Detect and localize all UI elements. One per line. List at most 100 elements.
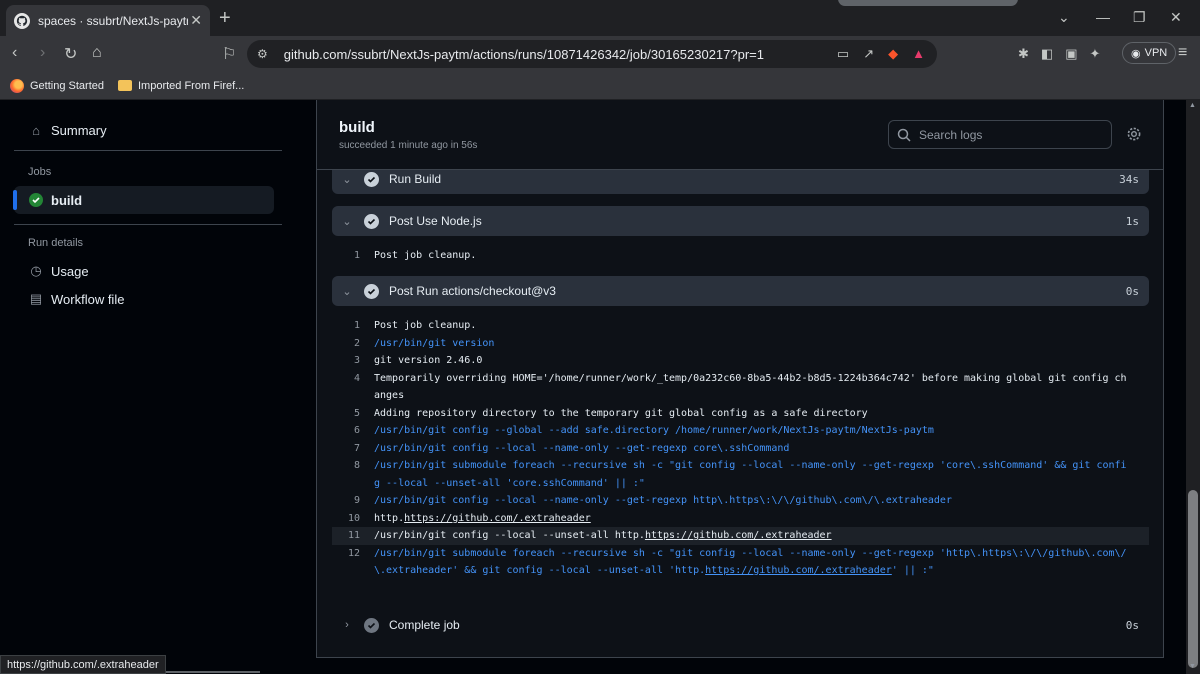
url-field[interactable]: ⚙ github.com/ssubrt/NextJs-paytm/actions… xyxy=(247,40,937,68)
bookmark-imported-folder[interactable]: Imported From Firef... xyxy=(118,80,244,92)
job-status-text: succeeded 1 minute ago in 56s xyxy=(339,140,478,151)
file-icon: ▤ xyxy=(29,291,43,306)
log-line[interactable]: 5 Adding repository directory to the temp… xyxy=(332,405,1149,423)
tab-search-chevron-icon[interactable]: ⌄ xyxy=(1058,9,1070,26)
log-line[interactable]: 6/usr/bin/git config --global --add safe… xyxy=(332,422,1149,440)
sidebar-item-usage[interactable]: ◷ Usage xyxy=(14,257,274,285)
sidebar-item-workflow-file[interactable]: ▤ Workflow file xyxy=(14,285,274,313)
share-icon[interactable]: ↗ xyxy=(863,46,874,62)
wallet-icon[interactable]: ▣ xyxy=(1065,46,1077,62)
step-complete-job[interactable]: › Complete job 0s xyxy=(332,610,1149,640)
log-line[interactable]: 2/usr/bin/git version xyxy=(332,335,1149,353)
log-line[interactable]: 3 git version 2.46.0 xyxy=(332,352,1149,370)
address-toolbar: ‹ › ↻ ⌂ ⚐ ⚙ github.com/ssubrt/NextJs-pay… xyxy=(0,36,1200,72)
url-text: github.com/ssubrt/NextJs-paytm/actions/r… xyxy=(283,46,764,62)
close-window-icon[interactable]: ✕ xyxy=(1170,9,1182,26)
folder-icon xyxy=(118,80,132,91)
line-number[interactable]: 10 xyxy=(332,510,374,528)
jobs-heading: Jobs xyxy=(28,166,52,178)
bookmark-icon[interactable]: ⚐ xyxy=(222,44,236,64)
browser-tab[interactable]: spaces · ssubrt/NextJs-paytm@ ✕ xyxy=(6,5,210,36)
link-hover-status: https://github.com/.extraheader xyxy=(0,655,166,674)
log-text: /usr/bin/git submodule foreach --recursi… xyxy=(374,545,1132,580)
run-sidebar: ⌂ Summary Jobs build Run details ◷ Usage… xyxy=(0,100,296,674)
line-number[interactable]: 5 xyxy=(332,405,374,423)
run-details-heading: Run details xyxy=(28,237,84,249)
back-icon[interactable]: ‹ xyxy=(12,44,17,62)
log-text: Temporarily overriding HOME='/home/runne… xyxy=(374,372,1127,402)
log-line[interactable]: 7/usr/bin/git config --local --name-only… xyxy=(332,440,1149,458)
line-number[interactable]: 1 xyxy=(332,317,374,335)
bookmark-getting-started[interactable]: Getting Started xyxy=(10,78,104,93)
new-tab-icon[interactable]: + xyxy=(219,7,231,30)
log-line[interactable]: 8/usr/bin/git submodule foreach --recurs… xyxy=(332,457,1149,492)
line-number[interactable]: 6 xyxy=(332,422,374,440)
check-circle-icon xyxy=(364,617,379,633)
log-line[interactable]: 4 Temporarily overriding HOME='/home/runn… xyxy=(332,370,1149,405)
log-line[interactable]: 12/usr/bin/git submodule foreach --recur… xyxy=(332,545,1149,580)
menu-icon[interactable]: ≡ xyxy=(1178,44,1187,62)
gear-icon[interactable] xyxy=(1126,126,1142,142)
line-number[interactable]: 4 xyxy=(332,370,374,405)
log-link[interactable]: https://github.com/.extraheader xyxy=(404,513,591,524)
step-duration: 34s xyxy=(1119,172,1139,186)
home-icon[interactable]: ⌂ xyxy=(92,44,102,62)
log-text: Post job cleanup. xyxy=(374,250,477,261)
close-tab-icon[interactable]: ✕ xyxy=(190,12,202,29)
line-number[interactable]: 11 xyxy=(332,527,374,545)
sidebar-item-summary[interactable]: ⌂ Summary xyxy=(14,116,274,144)
sidebar-item-label: Summary xyxy=(51,122,107,138)
cast-icon[interactable]: ▭ xyxy=(837,46,849,62)
chevron-right-icon: › xyxy=(345,619,349,631)
scrollbar-thumb[interactable] xyxy=(1188,490,1198,668)
line-number[interactable]: 7 xyxy=(332,440,374,458)
minimize-icon[interactable]: — xyxy=(1096,9,1110,25)
search-logs-input[interactable]: Search logs xyxy=(888,120,1112,149)
log-line[interactable]: 9/usr/bin/git config --local --name-only… xyxy=(332,492,1149,510)
log-text: /usr/bin/git config --local --name-only … xyxy=(374,495,952,506)
step-duration: 0s xyxy=(1125,618,1139,632)
scroll-up-icon[interactable]: ▲ xyxy=(1189,102,1196,109)
divider xyxy=(14,224,282,225)
line-number[interactable]: 1 xyxy=(332,247,374,265)
chevron-down-icon: ⌄ xyxy=(342,215,352,228)
sidebar-toggle-icon[interactable]: ◧ xyxy=(1041,46,1053,62)
sidebar-item-label: build xyxy=(51,192,83,208)
step-post-checkout[interactable]: ⌄ Post Run actions/checkout@v3 0s xyxy=(332,276,1149,306)
extensions-icon[interactable]: ✱ xyxy=(1018,46,1029,62)
log-link[interactable]: https://github.com/.extraheader xyxy=(705,565,892,576)
log-text: Post job cleanup. xyxy=(374,320,477,331)
vpn-icon: ◉ xyxy=(1131,47,1141,60)
line-number[interactable]: 8 xyxy=(332,457,374,492)
vpn-button[interactable]: ◉ VPN xyxy=(1122,42,1177,64)
step-name: Run Build xyxy=(389,172,442,186)
vpn-label: VPN xyxy=(1144,47,1168,59)
forward-icon[interactable]: › xyxy=(40,44,45,62)
line-number[interactable]: 3 xyxy=(332,352,374,370)
sidebar-item-build[interactable]: build xyxy=(13,186,274,214)
log-link[interactable]: https://github.com/.extraheader xyxy=(645,530,832,541)
brave-rewards-icon[interactable]: ▲ xyxy=(912,46,925,62)
log-text: /usr/bin/git config --local --name-only … xyxy=(374,442,790,454)
step-name: Complete job xyxy=(389,618,460,632)
site-info-icon[interactable]: ⚙ xyxy=(257,47,268,61)
bookmarks-bar: Getting Started Imported From Firef... xyxy=(0,72,1200,100)
reload-icon[interactable]: ↻ xyxy=(64,44,77,64)
restore-icon[interactable]: ❐ xyxy=(1133,9,1146,26)
line-number[interactable]: 9 xyxy=(332,492,374,510)
log-line[interactable]: 1 Post job cleanup. xyxy=(332,247,1149,265)
search-placeholder: Search logs xyxy=(919,127,983,142)
log-text: http.https://github.com/.extraheader xyxy=(374,510,1132,528)
sidebar-item-label: Usage xyxy=(51,263,89,279)
log-line[interactable]: 11/usr/bin/git config --local --unset-al… xyxy=(332,527,1149,545)
line-number[interactable]: 12 xyxy=(332,545,374,580)
step-post-use-node[interactable]: ⌄ Post Use Node.js 1s xyxy=(332,206,1149,236)
line-number[interactable]: 2 xyxy=(332,335,374,353)
browser-tab-bar: spaces · ssubrt/NextJs-paytm@ ✕ + ⌄ — ❐ … xyxy=(0,0,1200,36)
bookmark-label: Getting Started xyxy=(30,79,104,92)
log-line[interactable]: 1 Post job cleanup. xyxy=(332,317,1149,335)
scroll-down-icon[interactable]: ▼ xyxy=(1189,663,1196,670)
log-line[interactable]: 10 http.https://github.com/.extraheader xyxy=(332,510,1149,528)
brave-shields-icon[interactable]: ◆ xyxy=(888,46,898,62)
leo-ai-icon[interactable]: ✦ xyxy=(1090,46,1101,62)
